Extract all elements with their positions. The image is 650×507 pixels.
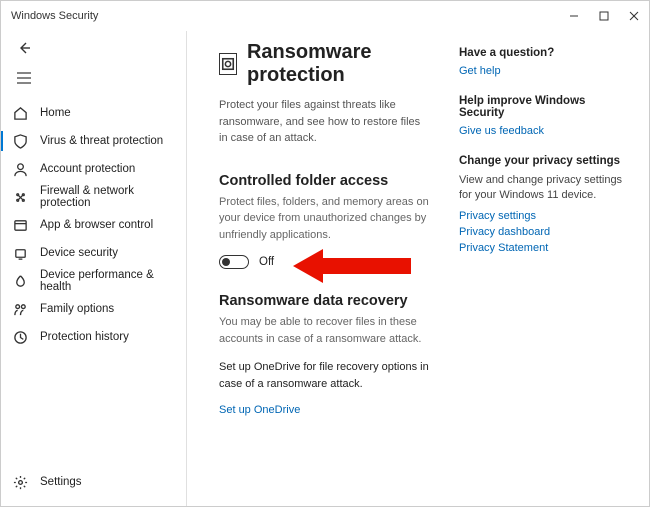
privacy-statement-link[interactable]: Privacy Statement xyxy=(459,242,629,254)
privacy-settings-link[interactable]: Privacy settings xyxy=(459,210,629,222)
content-area: Ransomware protection Protect your files… xyxy=(187,31,649,506)
aside-question-heading: Have a question? xyxy=(459,47,629,59)
sidebar: Home Virus & threat protection Account p… xyxy=(1,31,187,506)
privacy-dashboard-link[interactable]: Privacy dashboard xyxy=(459,226,629,238)
sidebar-item-label: App & browser control xyxy=(40,219,153,231)
recovery-heading: Ransomware data recovery xyxy=(219,293,429,309)
aside-improve-heading: Help improve Windows Security xyxy=(459,95,629,119)
sidebar-item-label: Settings xyxy=(40,476,82,488)
back-button[interactable] xyxy=(5,33,43,63)
hamburger-button[interactable] xyxy=(5,63,43,93)
aside-panel: Have a question? Get help Help improve W… xyxy=(459,41,629,496)
sidebar-item-history[interactable]: Protection history xyxy=(1,323,186,351)
close-button[interactable] xyxy=(619,1,649,31)
aside-privacy-desc: View and change privacy settings for you… xyxy=(459,173,629,204)
window-title: Windows Security xyxy=(11,10,98,22)
sidebar-item-device-security[interactable]: Device security xyxy=(1,239,186,267)
sidebar-item-settings[interactable]: Settings xyxy=(1,468,186,496)
sidebar-item-label: Family options xyxy=(40,303,114,315)
get-help-link[interactable]: Get help xyxy=(459,65,629,77)
sidebar-item-firewall[interactable]: Firewall & network protection xyxy=(1,183,186,211)
sidebar-item-label: Device performance & health xyxy=(40,269,186,293)
sidebar-item-virus[interactable]: Virus & threat protection xyxy=(1,127,186,155)
page-intro: Protect your files against threats like … xyxy=(219,97,429,147)
feedback-link[interactable]: Give us feedback xyxy=(459,125,629,137)
sidebar-item-label: Account protection xyxy=(40,163,135,175)
setup-onedrive-link[interactable]: Set up OneDrive xyxy=(219,404,429,416)
sidebar-item-label: Protection history xyxy=(40,331,129,343)
ransomware-icon xyxy=(219,53,237,75)
titlebar: Windows Security xyxy=(1,1,649,31)
sidebar-item-family[interactable]: Family options xyxy=(1,295,186,323)
page-title: Ransomware protection xyxy=(247,41,429,87)
sidebar-item-home[interactable]: Home xyxy=(1,99,186,127)
aside-privacy-heading: Change your privacy settings xyxy=(459,155,629,167)
maximize-button[interactable] xyxy=(589,1,619,31)
sidebar-item-label: Device security xyxy=(40,247,118,259)
minimize-button[interactable] xyxy=(559,1,589,31)
sidebar-item-account[interactable]: Account protection xyxy=(1,155,186,183)
annotation-arrow xyxy=(293,247,413,285)
sidebar-item-label: Firewall & network protection xyxy=(40,185,186,209)
recovery-desc: You may be able to recover files in thes… xyxy=(219,314,429,347)
sidebar-item-app[interactable]: App & browser control xyxy=(1,211,186,239)
sidebar-item-label: Virus & threat protection xyxy=(40,135,163,147)
onedrive-prompt: Set up OneDrive for file recovery option… xyxy=(219,359,429,392)
sidebar-item-label: Home xyxy=(40,107,71,119)
cfa-toggle-label: Off xyxy=(259,256,274,268)
sidebar-item-performance[interactable]: Device performance & health xyxy=(1,267,186,295)
cfa-desc: Protect files, folders, and memory areas… xyxy=(219,194,429,244)
cfa-toggle[interactable] xyxy=(219,255,249,269)
cfa-heading: Controlled folder access xyxy=(219,173,429,189)
